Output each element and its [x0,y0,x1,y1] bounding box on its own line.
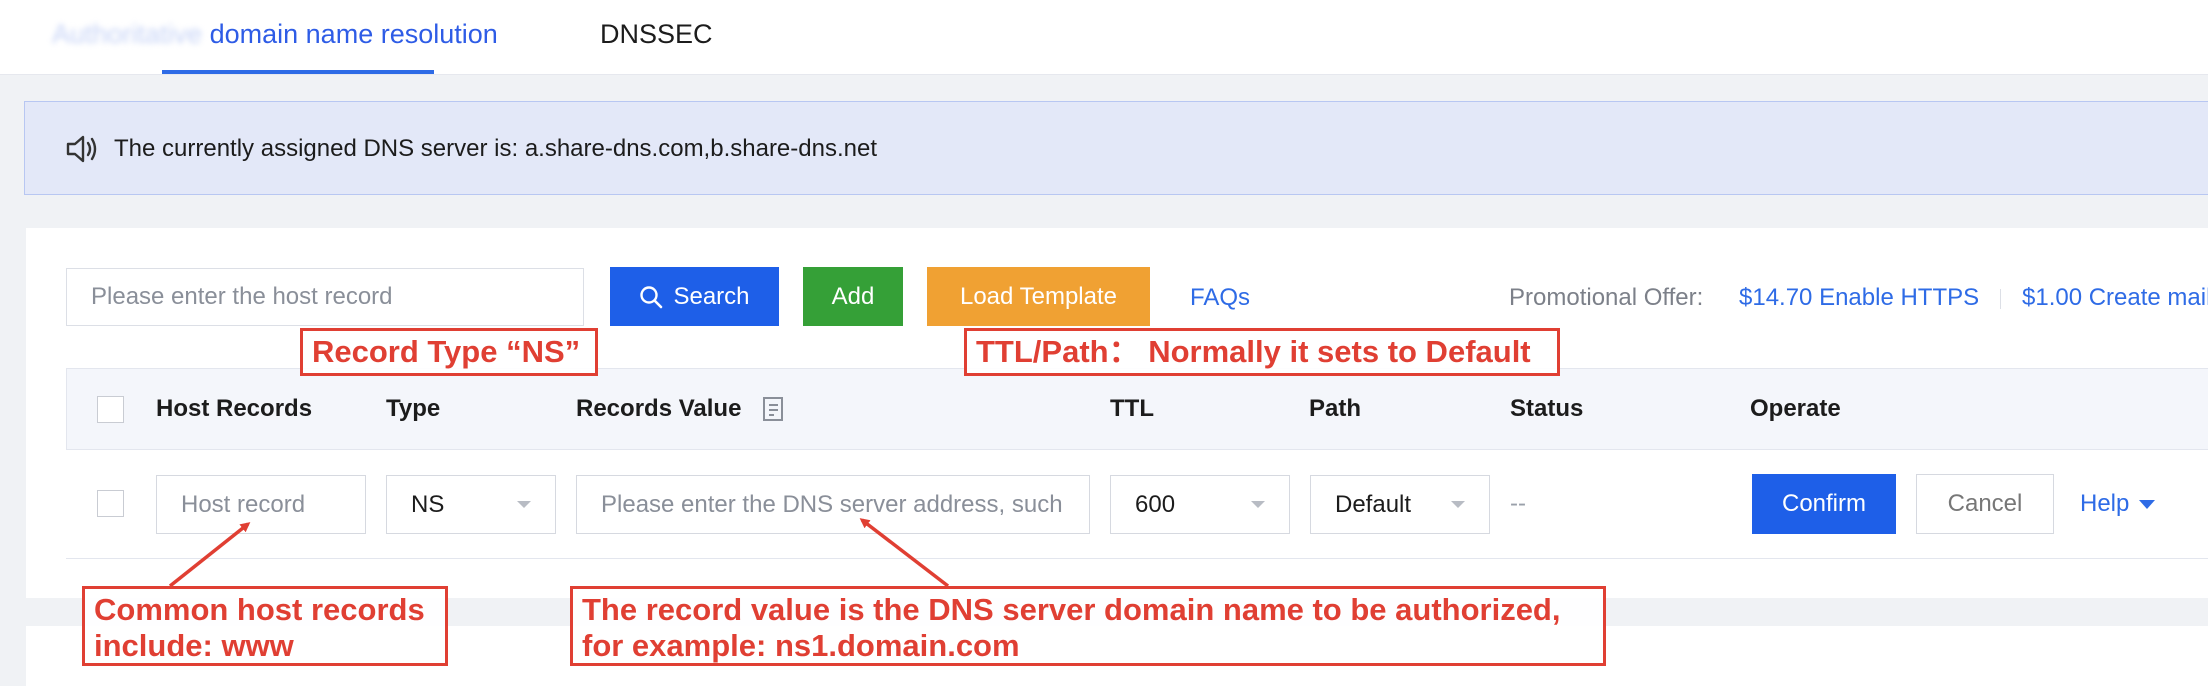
header-host-records: Host Records [156,395,313,422]
chevron-down-icon [1451,501,1465,508]
annotation-value-line2: for example: ns1.domain.com [582,628,1020,663]
tab-label: domain name resolution [209,19,498,49]
top-tab-bar: Authoritative domain name resolution DNS… [0,0,2208,75]
speaker-icon [66,135,97,163]
search-button[interactable]: Search [610,267,779,326]
row-checkbox[interactable] [97,490,124,517]
annotation-ttl-path: TTL/Path： Normally it sets to Default [964,328,1560,376]
add-button[interactable]: Add [803,267,903,326]
ttl-select[interactable]: 600 [1110,475,1290,534]
confirm-button[interactable]: Confirm [1752,474,1896,534]
header-records-value: Records Value [576,395,742,422]
annotation-records-value: The record value is the DNS server domai… [570,586,1606,666]
promo-label: Promotional Offer: [1509,284,1704,311]
header-status: Status [1510,395,1584,422]
notice-text: The currently assigned DNS server is: a.… [114,135,877,162]
type-select[interactable]: NS [386,475,556,534]
chevron-down-icon [517,501,531,508]
chevron-down-icon [1251,501,1265,508]
tab-prefix-blurred: Authoritative [52,19,203,49]
host-record-search-input[interactable] [66,268,584,326]
header-ttl: TTL [1110,395,1154,422]
document-icon[interactable] [762,396,784,422]
annotation-host-line1: Common host records [94,592,425,627]
load-template-button[interactable]: Load Template [927,267,1150,326]
header-path: Path [1309,395,1362,422]
dns-server-notice: The currently assigned DNS server is: a.… [24,101,2208,195]
enable-https-link[interactable]: $14.70 Enable HTTPS [1739,283,1979,313]
path-select-value: Default [1335,490,1412,518]
help-label: Help [2080,490,2130,517]
tab-dnssec[interactable]: DNSSEC [600,12,713,56]
tab-domain-name-resolution[interactable]: Authoritative domain name resolution [52,12,498,56]
search-icon [640,285,663,308]
host-record-input[interactable] [156,475,366,534]
promo-divider [2000,289,2001,309]
caret-down-icon [2139,499,2156,509]
help-dropdown[interactable]: Help [2080,489,2156,519]
header-type: Type [386,395,441,422]
create-mail-link[interactable]: $1.00 Create mail [2022,283,2208,313]
records-value-input[interactable] [576,475,1090,534]
search-button-label: Search [673,282,750,310]
annotation-record-type: Record Type “NS” [300,328,598,376]
header-operate: Operate [1750,395,1841,422]
cancel-button[interactable]: Cancel [1916,474,2054,534]
ttl-select-value: 600 [1135,490,1176,518]
annotation-host-records: Common host records include: www [82,586,448,666]
select-all-checkbox[interactable] [97,396,124,423]
annotation-value-line1: The record value is the DNS server domai… [582,592,1561,627]
active-tab-indicator [162,70,434,74]
type-select-value: NS [411,490,445,518]
path-select[interactable]: Default [1310,475,1490,534]
annotation-host-line2: include: www [94,628,294,663]
status-value: -- [1510,490,1526,517]
faqs-link[interactable]: FAQs [1190,283,1250,313]
